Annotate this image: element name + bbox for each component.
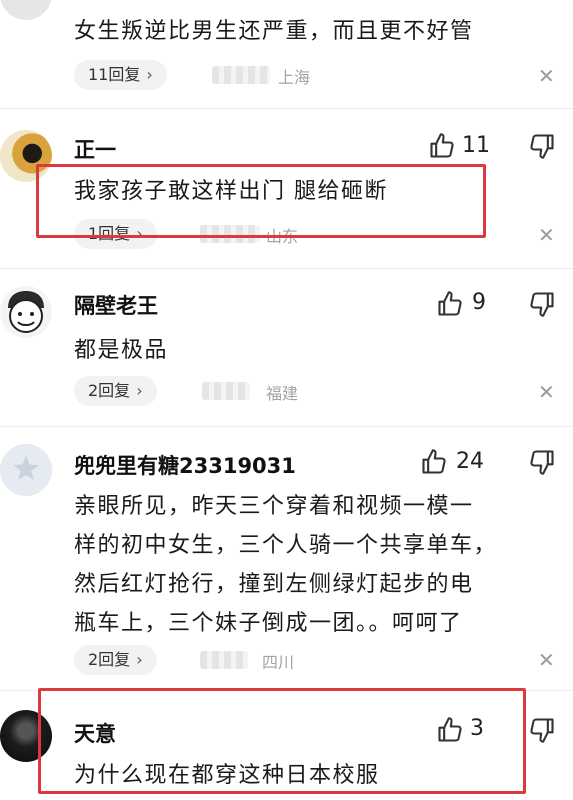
chevron-right-icon: › <box>136 650 143 669</box>
comment-text: 女生叛逆比男生还严重，而且更不好管 <box>74 19 474 44</box>
username[interactable]: 正一 <box>74 134 116 164</box>
comment-text: 都是极品 <box>74 338 169 363</box>
comment-text-line: 样的初中女生，三个人骑一个共享单车， <box>74 533 498 558</box>
default-avatar-icon <box>0 444 52 496</box>
username[interactable]: 隔壁老王 <box>74 290 158 320</box>
chevron-right-icon: › <box>136 381 143 400</box>
comment-text-line: 亲眼所见，昨天三个穿着和视频一模一 <box>74 494 474 519</box>
replies-button[interactable]: 2回复 › <box>74 376 157 406</box>
avatar[interactable] <box>0 444 52 496</box>
like-count: 11 <box>462 133 490 158</box>
avatar[interactable] <box>0 0 52 20</box>
cartoon-face-icon <box>8 291 44 333</box>
highlight-box <box>36 164 486 238</box>
replies-label: 2回复 <box>88 650 131 669</box>
comment-text-line: 瓶车上，三个妹子倒成一团。。呵呵了 <box>74 611 463 636</box>
thumbs-down-icon[interactable] <box>528 448 556 476</box>
replies-label: 11回复 <box>88 65 141 84</box>
like-count: 9 <box>472 290 486 315</box>
username[interactable]: 兜兜里有糖23319031 <box>74 450 296 480</box>
thumbs-down-icon[interactable] <box>528 132 556 160</box>
thumbs-down-icon[interactable] <box>528 290 556 318</box>
location: 上海 <box>278 68 311 87</box>
divider <box>0 108 573 109</box>
blurred-username <box>212 66 270 84</box>
close-icon[interactable]: ✕ <box>538 66 555 86</box>
thumbs-up-icon[interactable] <box>428 132 456 160</box>
close-icon[interactable]: ✕ <box>538 650 555 670</box>
avatar[interactable] <box>0 286 52 338</box>
comment-text-line: 然后红灯抢行，撞到左侧绿灯起步的电 <box>74 572 474 597</box>
close-icon[interactable]: ✕ <box>538 225 555 245</box>
blurred-username <box>200 651 248 669</box>
thumbs-up-icon[interactable] <box>420 448 448 476</box>
like-count: 24 <box>456 449 484 474</box>
blurred-username <box>202 382 250 400</box>
replies-button[interactable]: 2回复 › <box>74 645 157 675</box>
thumbs-down-icon[interactable] <box>528 716 556 744</box>
replies-label: 2回复 <box>88 381 131 400</box>
location: 福建 <box>266 384 299 403</box>
divider <box>0 268 573 269</box>
chevron-right-icon: › <box>146 65 153 84</box>
divider <box>0 426 573 427</box>
thumbs-up-icon[interactable] <box>436 290 464 318</box>
replies-button[interactable]: 11回复 › <box>74 60 167 90</box>
highlight-box <box>38 688 526 794</box>
close-icon[interactable]: ✕ <box>538 382 555 402</box>
location: 四川 <box>262 653 295 672</box>
